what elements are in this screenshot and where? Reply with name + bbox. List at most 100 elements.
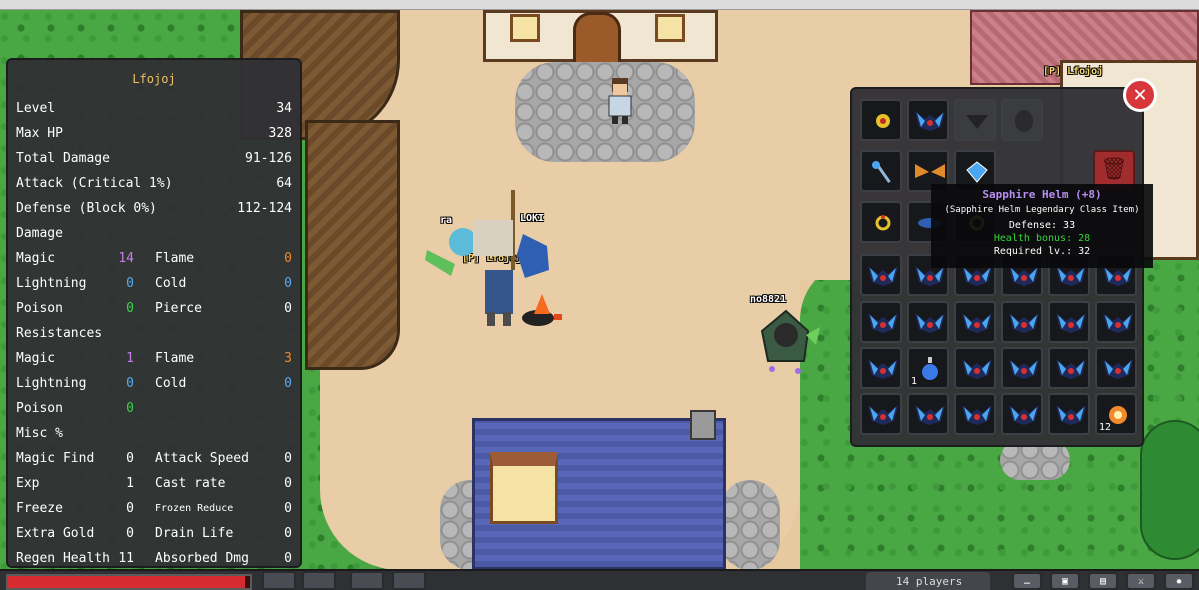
sword-icon: ⚔	[1137, 576, 1145, 587]
stat-value: 0	[284, 251, 292, 266]
misc-header: Misc %	[16, 426, 63, 441]
chest-button[interactable]: ▤	[1088, 572, 1118, 590]
stat-pair-row: Freeze 0 Frozen Reduce 0	[16, 496, 292, 521]
stat-value: 0	[284, 551, 292, 566]
stat-label: Cast rate	[155, 476, 226, 491]
stat-value: 0	[284, 526, 292, 541]
stat-label: Regen Health	[16, 551, 110, 566]
stat-row-total-damage: Total Damage 91-126	[16, 146, 292, 171]
stat-value: 0	[126, 501, 134, 516]
stat-label: Flame	[155, 251, 195, 266]
resistances-header: Resistances	[16, 326, 103, 341]
damage-rows: Magic 14 Flame 0 Lightning 0 Cold 0 Poison 0 Pierc…	[16, 246, 292, 321]
stat-pair-row: Exp 1 Cast rate 0	[16, 471, 292, 496]
stat-value: 0	[126, 451, 134, 466]
inventory-slot[interactable]	[1048, 347, 1090, 389]
gear-icon: ✹	[1175, 576, 1183, 587]
inventory-slot[interactable]	[954, 301, 996, 343]
bottom-house-window	[490, 452, 558, 524]
tooltip-item-class: (Sapphire Helm Legendary Class Item)	[944, 205, 1140, 215]
stat-pair-row: Poison 0	[16, 396, 292, 421]
stat-value: 0	[284, 476, 292, 491]
inventory-slot[interactable]	[860, 301, 902, 343]
close-button[interactable]: ✕	[1123, 78, 1157, 112]
players-online-tab[interactable]: 14 players	[866, 572, 990, 590]
inventory-slot[interactable]	[860, 254, 902, 296]
tooltip-defense: Defense: 33	[1008, 220, 1076, 231]
stat-pair-row: Magic 1 Flame 3	[16, 346, 292, 371]
chest-icon: ▤	[1099, 576, 1107, 587]
stat-value: 64	[276, 176, 292, 191]
inventory-slot[interactable]	[1048, 301, 1090, 343]
inventory-slot[interactable]	[1048, 393, 1090, 435]
skill-slot-3[interactable]	[350, 571, 384, 590]
close-icon: ✕	[1133, 82, 1147, 107]
stat-label: Freeze	[16, 501, 63, 516]
inventory-slot[interactable]	[907, 301, 949, 343]
npc-villager[interactable]	[603, 78, 637, 124]
stat-value: 0	[126, 376, 134, 391]
chat-button[interactable]: …	[1012, 572, 1042, 590]
stat-value: 1	[126, 476, 134, 491]
stat-value: 3	[284, 351, 292, 366]
stat-value: 11	[118, 551, 134, 566]
stat-row-level: Level 34	[16, 96, 292, 121]
bush	[1140, 420, 1199, 560]
inventory-slot[interactable]	[1001, 301, 1043, 343]
stat-label: Magic Find	[16, 451, 95, 466]
skill-slot-1[interactable]	[262, 571, 296, 590]
top-house-door[interactable]	[573, 12, 621, 66]
stat-label: Absorbed Dmg	[155, 551, 249, 566]
stat-label: Extra Gold	[16, 526, 95, 541]
equip-slot[interactable]	[907, 99, 949, 141]
stat-row-attack: Attack (Critical 1%) 64	[16, 171, 292, 196]
sword-button[interactable]: ⚔	[1126, 572, 1156, 590]
inventory-slot[interactable]	[954, 393, 996, 435]
inventory-slot[interactable]	[1001, 393, 1043, 435]
inventory-slot[interactable]	[954, 347, 996, 389]
equip-slot[interactable]	[954, 99, 996, 141]
top-house-window-right	[655, 14, 685, 42]
stat-label: Cold	[155, 276, 187, 291]
stack-count: 1	[911, 376, 918, 387]
settings-button[interactable]: ✹	[1164, 572, 1194, 590]
health-bar	[6, 574, 252, 590]
equip-slot[interactable]	[860, 99, 902, 141]
inventory-slot[interactable]	[1095, 347, 1137, 389]
trash-icon: 🗑	[1100, 157, 1128, 182]
inventory-slot[interactable]	[1001, 347, 1043, 389]
stat-value: 328	[268, 126, 292, 141]
stat-value: 91-126	[245, 151, 292, 166]
stat-value: 0	[126, 401, 134, 416]
bottom-stones-right	[720, 480, 780, 570]
stat-label: Lightning	[16, 276, 87, 291]
item-tooltip: Sapphire Helm (+8) (Sapphire Helm Legend…	[931, 184, 1153, 268]
bottom-house-chimney	[690, 410, 716, 440]
stat-label: Frozen Reduce	[155, 503, 234, 514]
equip-slot[interactable]	[860, 201, 902, 243]
inventory-slot[interactable]	[860, 347, 902, 389]
inventory-slot[interactable]	[860, 393, 902, 435]
map-button[interactable]: ▣	[1050, 572, 1080, 590]
stat-row-defense: Defense (Block 0%) 112-124	[16, 196, 292, 221]
health-bar-fill	[8, 576, 246, 588]
misc-rows: Magic Find 0 Attack Speed 0 Exp 1 Cast rate 0 Fr…	[16, 446, 292, 571]
inventory-slot[interactable]: 12	[1095, 393, 1137, 435]
inventory-slot[interactable]: 1	[907, 347, 949, 389]
map-icon: ▣	[1061, 576, 1069, 587]
skill-slot-2[interactable]	[302, 571, 336, 590]
cliff-wall	[305, 120, 400, 370]
inventory-slot[interactable]	[907, 393, 949, 435]
pet-fire-creature[interactable]	[518, 292, 563, 328]
stat-label: Poison	[16, 401, 63, 416]
inventory-slot[interactable]	[1095, 301, 1137, 343]
equip-slot[interactable]	[1001, 99, 1043, 141]
enemy-character[interactable]	[750, 305, 822, 377]
damage-header: Damage	[16, 226, 63, 241]
stat-pair-row: Lightning 0 Cold 0	[16, 271, 292, 296]
stat-value: 0	[126, 526, 134, 541]
equip-slot[interactable]	[860, 150, 902, 192]
stat-label: Total Damage	[16, 151, 110, 166]
skill-slot-4[interactable]	[392, 571, 426, 590]
stat-label: Cold	[155, 376, 187, 391]
